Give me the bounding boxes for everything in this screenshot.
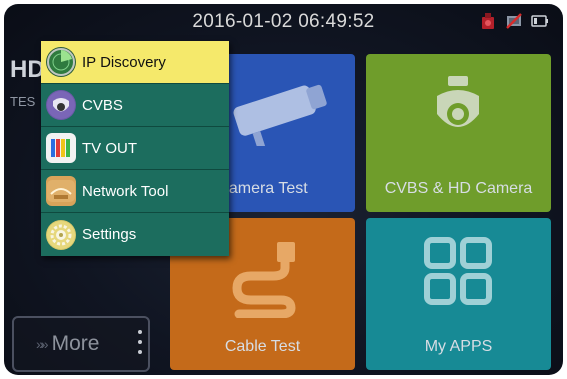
menu-item-label: CVBS bbox=[82, 96, 123, 114]
device-screen: 2016-01-02 06:49:52 HD TES Camera Test C… bbox=[4, 4, 563, 375]
cctv-camera-icon bbox=[233, 84, 327, 146]
menu-item-label: Settings bbox=[82, 226, 137, 243]
popup-menu: IP Discovery CVBS TV OUT Network Tool Se… bbox=[41, 41, 229, 256]
menu-item-settings[interactable]: Settings bbox=[41, 213, 229, 256]
tile-cvbs-hd-camera[interactable]: CVBS & HD Camera bbox=[366, 54, 551, 212]
more-label: More bbox=[51, 332, 100, 355]
page-title: HD bbox=[10, 56, 45, 83]
tile-label: Cable Test bbox=[224, 338, 301, 355]
gear-icon bbox=[46, 219, 76, 250]
chevron-right-icon: »» bbox=[36, 336, 48, 352]
menu-item-tv-out[interactable]: TV OUT bbox=[41, 127, 229, 170]
radar-icon bbox=[46, 47, 76, 77]
page-subtitle: TES bbox=[10, 94, 36, 109]
more-button[interactable]: »» More bbox=[12, 316, 150, 372]
apps-grid-icon bbox=[424, 237, 492, 305]
status-icons bbox=[479, 12, 549, 30]
cable-icon bbox=[232, 242, 296, 318]
tile-label: My APPS bbox=[424, 338, 493, 355]
dome-camera-icon bbox=[437, 76, 479, 127]
menu-item-cvbs[interactable]: CVBS bbox=[41, 84, 229, 127]
menu-item-label: IP Discovery bbox=[82, 53, 166, 71]
more-vert-icon bbox=[138, 330, 142, 354]
menu-item-ip-discovery[interactable]: IP Discovery bbox=[41, 41, 229, 84]
network-disconnected-icon bbox=[506, 13, 522, 29]
battery-icon bbox=[531, 15, 548, 27]
menu-item-network-tool[interactable]: Network Tool bbox=[41, 170, 229, 213]
menu-item-label: Network Tool bbox=[82, 182, 169, 200]
network-tool-icon bbox=[46, 176, 76, 206]
tile-my-apps[interactable]: My APPS bbox=[366, 218, 551, 370]
recording-icon bbox=[482, 13, 494, 29]
dome-camera-icon bbox=[46, 90, 76, 120]
menu-item-label: TV OUT bbox=[82, 139, 137, 157]
color-bars-icon bbox=[46, 133, 76, 163]
status-bar: 2016-01-02 06:49:52 bbox=[4, 4, 563, 40]
tile-label: CVBS & HD Camera bbox=[384, 180, 533, 197]
